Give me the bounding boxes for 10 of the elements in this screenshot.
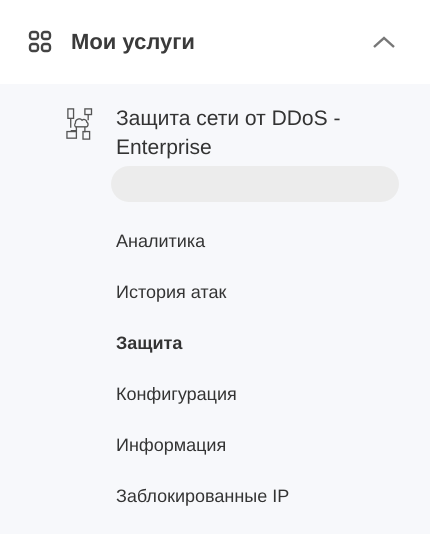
menu-item[interactable]: Защита bbox=[116, 318, 182, 369]
menu-item[interactable]: Аналитика bbox=[116, 216, 206, 267]
menu-item[interactable]: Конфигурация bbox=[116, 369, 237, 420]
chevron-up-icon bbox=[372, 35, 396, 49]
menu-item[interactable]: Заблокированные IP bbox=[116, 471, 290, 522]
service-name[interactable]: Защита сети от DDoS - Enterprise bbox=[116, 104, 406, 162]
grid-icon bbox=[28, 30, 52, 54]
section-title: Мои услуги bbox=[71, 29, 196, 55]
menu-item[interactable]: История атак bbox=[116, 267, 226, 318]
menu-item[interactable]: Информация bbox=[116, 420, 226, 471]
